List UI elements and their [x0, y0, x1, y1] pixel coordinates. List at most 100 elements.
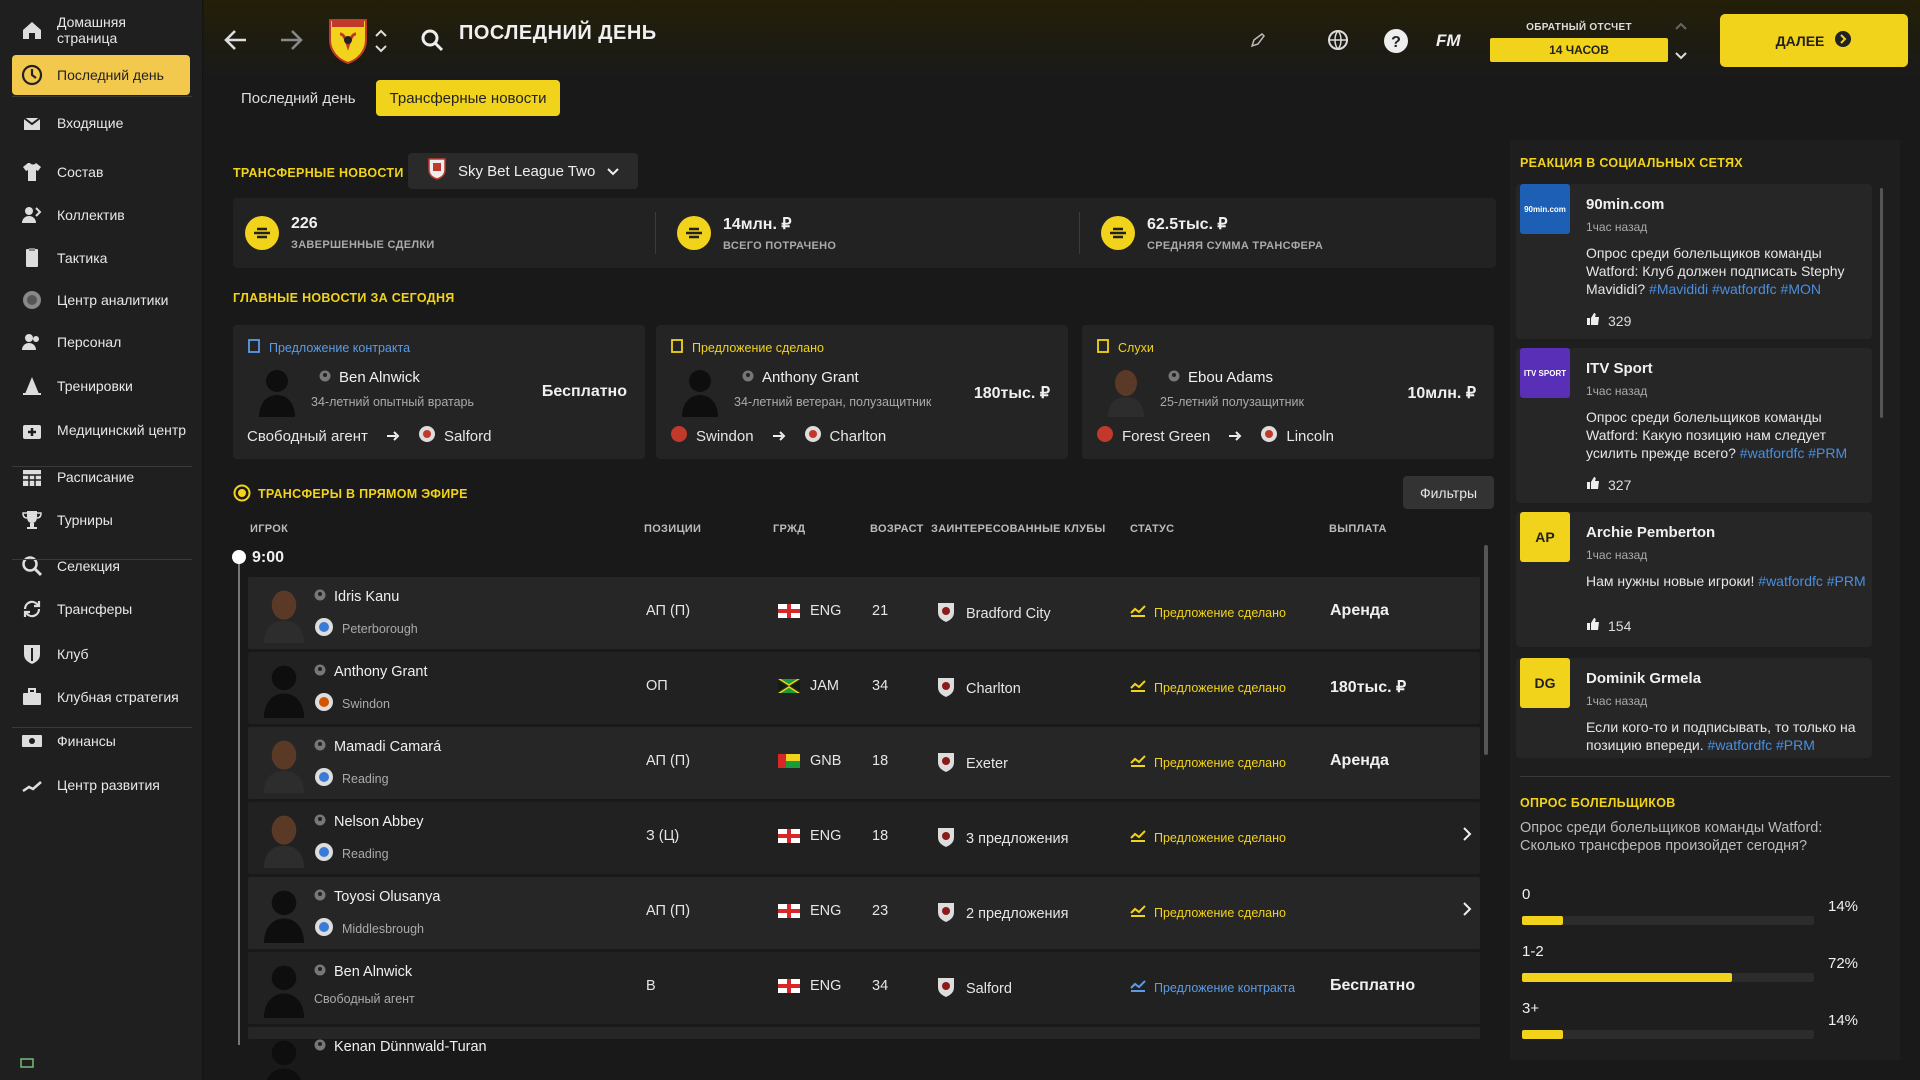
- social-post[interactable]: 90min.com 90min.com 1час назад Опрос среди …: [1516, 184, 1872, 339]
- player-name[interactable]: Mamadi Camará: [314, 739, 441, 755]
- poll-option[interactable]: 0 14%: [1522, 886, 1872, 925]
- interested-clubs[interactable]: 2 предложения: [936, 901, 1068, 927]
- post-author[interactable]: Dominik Grmela: [1586, 670, 1701, 687]
- news-card-to-club[interactable]: Salford: [444, 428, 492, 445]
- post-author[interactable]: ITV Sport: [1586, 360, 1653, 377]
- news-card-from-club[interactable]: Swindon: [696, 428, 754, 445]
- table-row[interactable]: Toyosi Olusanya Middlesbrough АП (П) ENG 23 2…: [248, 877, 1480, 949]
- interested-clubs[interactable]: 3 предложения: [936, 826, 1068, 852]
- player-club[interactable]: Свободный агент: [314, 992, 415, 1006]
- column-interested-clubs[interactable]: ЗАИНТЕРЕСОВАННЫЕ КЛУБЫ: [931, 523, 1106, 535]
- table-row[interactable]: Idris Kanu Peterborough АП (П) ENG 21 Bradfor…: [248, 577, 1480, 649]
- interested-clubs[interactable]: Exeter: [936, 751, 1008, 777]
- sidebar-item-4[interactable]: Состав: [12, 152, 190, 192]
- countdown-down-chevron-icon[interactable]: [1674, 48, 1688, 66]
- chevron-right-icon[interactable]: [1462, 901, 1472, 922]
- social-post[interactable]: AP Archie Pemberton 1час назад Нам нужны но…: [1516, 512, 1872, 647]
- list-scrollbar[interactable]: [1484, 545, 1488, 755]
- sidebar-item-18[interactable]: Центр развития: [12, 765, 190, 805]
- edit-pencil-icon[interactable]: [1250, 32, 1266, 53]
- player-name[interactable]: Anthony Grant: [314, 664, 428, 680]
- sidebar-item-16[interactable]: Клубная стратегия: [12, 677, 190, 717]
- table-row[interactable]: Kenan Dünnwald-Turan: [248, 1027, 1480, 1080]
- continue-button[interactable]: ДАЛЕЕ: [1720, 14, 1908, 67]
- interested-clubs[interactable]: Bradford City: [936, 601, 1051, 627]
- news-card-player[interactable]: Ebou Adams: [1168, 369, 1273, 386]
- sidebar-item-14[interactable]: Трансферы: [12, 589, 190, 629]
- sidebar-item-2[interactable]: Последний день: [12, 55, 190, 95]
- column-player[interactable]: ИГРОК: [250, 523, 288, 535]
- post-hashtags[interactable]: #watfordfc #PRM: [1758, 573, 1865, 589]
- news-card-player[interactable]: Anthony Grant: [742, 369, 859, 386]
- filters-button[interactable]: Фильтры: [1403, 476, 1494, 509]
- league-dropdown[interactable]: Sky Bet League Two: [408, 153, 638, 189]
- post-likes[interactable]: 327: [1586, 476, 1631, 493]
- post-hashtags[interactable]: #watfordfc #PRM: [1740, 445, 1847, 461]
- player-club[interactable]: Middlesbrough: [314, 917, 424, 940]
- sidebar-item-6[interactable]: Тактика: [12, 238, 190, 278]
- forward-arrow-icon[interactable]: [277, 28, 305, 57]
- news-card-3[interactable]: Слухи Ebou Adams 25-летний полузащитник 10м…: [1082, 325, 1494, 459]
- news-card-to-club[interactable]: Charlton: [830, 428, 887, 445]
- post-hashtags[interactable]: #Mavididi #watfordfc #MON: [1649, 281, 1821, 297]
- column-nationality[interactable]: ГРЖД: [773, 523, 805, 535]
- news-card-from-club[interactable]: Свободный агент: [247, 428, 368, 445]
- post-hashtags[interactable]: #watfordfc #PRM: [1708, 737, 1815, 753]
- column-fee[interactable]: ВЫПЛАТА: [1329, 523, 1387, 535]
- post-author[interactable]: Archie Pemberton: [1586, 524, 1715, 541]
- table-row[interactable]: Ben Alnwick Свободный агент В ENG 34 Salford П…: [248, 952, 1480, 1024]
- column-age[interactable]: ВОЗРАСТ: [870, 523, 924, 535]
- sidebar-item-13[interactable]: Селекция: [12, 546, 190, 586]
- poll-option[interactable]: 1-2 72%: [1522, 943, 1872, 982]
- post-likes[interactable]: 154: [1586, 617, 1631, 634]
- news-card-player[interactable]: Ben Alnwick: [319, 369, 420, 386]
- search-icon[interactable]: [420, 28, 444, 57]
- interested-clubs[interactable]: Salford: [936, 976, 1012, 1002]
- social-scrollbar[interactable]: [1880, 188, 1883, 418]
- sidebar-item-9[interactable]: Тренировки: [12, 366, 190, 406]
- player-name[interactable]: Toyosi Olusanya: [314, 889, 440, 905]
- sidebar-item-15[interactable]: Клуб: [12, 634, 190, 674]
- social-post[interactable]: DG Dominik Grmela 1час назад Если кого-то и…: [1516, 658, 1872, 758]
- tab-1[interactable]: Последний день: [227, 80, 370, 116]
- help-icon[interactable]: ?: [1383, 28, 1409, 59]
- post-author[interactable]: 90min.com: [1586, 196, 1664, 213]
- sidebar-item-5[interactable]: Коллектив: [12, 195, 190, 235]
- column-position[interactable]: ПОЗИЦИИ: [644, 523, 701, 535]
- chevron-right-icon[interactable]: [1462, 826, 1472, 847]
- back-arrow-icon[interactable]: [222, 28, 250, 57]
- sidebar-item-1[interactable]: Домашняя страница: [12, 10, 190, 50]
- sidebar-item-3[interactable]: Входящие: [12, 103, 190, 143]
- club-badge-icon[interactable]: [328, 16, 368, 69]
- fm-logo[interactable]: FM: [1436, 31, 1461, 51]
- sidebar-item-11[interactable]: Расписание: [12, 457, 190, 497]
- player-name[interactable]: Nelson Abbey: [314, 814, 423, 830]
- news-card-2[interactable]: Предложение сделано Anthony Grant 34-летни…: [656, 325, 1068, 459]
- social-post[interactable]: ITV SPORT ITV Sport 1час назад Опрос среди …: [1516, 348, 1872, 503]
- player-club[interactable]: Reading: [314, 842, 389, 865]
- news-card-to-club[interactable]: Lincoln: [1286, 428, 1334, 445]
- table-row[interactable]: Nelson Abbey Reading З (Ц) ENG 18 3 предложен…: [248, 802, 1480, 874]
- news-card-1[interactable]: Предложение контракта Ben Alnwick 34-летни…: [233, 325, 645, 459]
- sidebar-item-10[interactable]: Медицинский центр: [12, 410, 190, 450]
- countdown-up-chevron-icon[interactable]: [1674, 18, 1688, 36]
- column-status[interactable]: СТАТУС: [1130, 523, 1174, 535]
- news-card-from-club[interactable]: Forest Green: [1122, 428, 1210, 445]
- globe-icon[interactable]: [1326, 28, 1350, 57]
- player-club[interactable]: Reading: [314, 767, 389, 790]
- player-name[interactable]: Ben Alnwick: [314, 964, 412, 980]
- table-row[interactable]: Mamadi Camará Reading АП (П) GNB 18 Exeter Пре…: [248, 727, 1480, 799]
- player-club[interactable]: Peterborough: [314, 617, 418, 640]
- player-club[interactable]: Swindon: [314, 692, 390, 715]
- sidebar-item-7[interactable]: Центр аналитики: [12, 280, 190, 320]
- sidebar-item-8[interactable]: Персонал: [12, 322, 190, 362]
- player-name[interactable]: Idris Kanu: [314, 589, 399, 605]
- sidebar-item-12[interactable]: Турниры: [12, 500, 190, 540]
- interested-clubs[interactable]: Charlton: [936, 676, 1021, 702]
- tab-2[interactable]: Трансферные новости: [375, 80, 561, 116]
- table-row[interactable]: Anthony Grant Swindon ОП JAM 34 Charlton Предл…: [248, 652, 1480, 724]
- post-likes[interactable]: 329: [1586, 312, 1631, 329]
- poll-option[interactable]: 3+ 14%: [1522, 1000, 1872, 1039]
- player-name[interactable]: Kenan Dünnwald-Turan: [314, 1039, 487, 1055]
- club-switch-chevron-icon[interactable]: [374, 26, 388, 61]
